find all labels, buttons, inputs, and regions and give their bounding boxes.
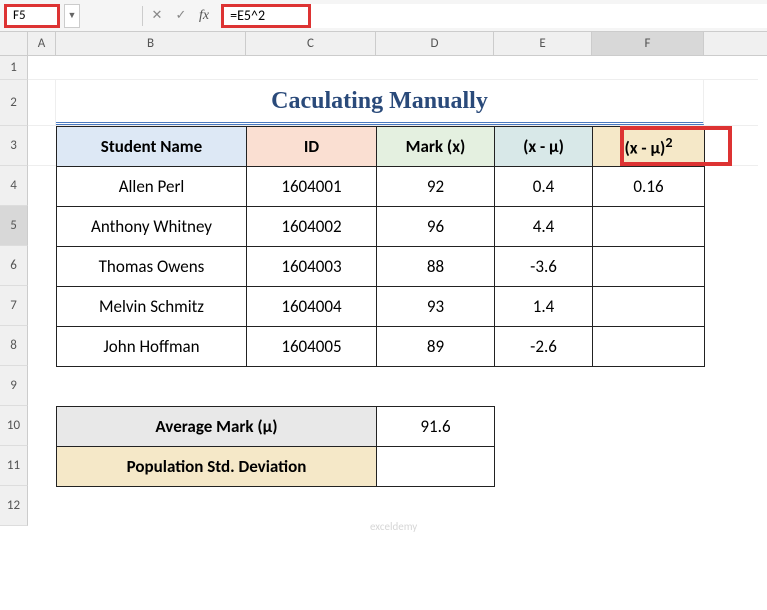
row-header-3[interactable]: 3 — [0, 126, 28, 166]
col-header-F[interactable]: F — [592, 32, 704, 55]
cancel-icon[interactable]: ✕ — [145, 4, 169, 28]
std-label: Population Std. Deviation — [57, 447, 377, 487]
cell-id[interactable]: 1604005 — [247, 327, 377, 367]
col-header-B[interactable]: B — [56, 32, 246, 55]
cell-name[interactable]: Allen Perl — [57, 167, 247, 207]
cell-id[interactable]: 1604001 — [247, 167, 377, 207]
cell-mark[interactable]: 88 — [377, 247, 495, 287]
cell-mark[interactable]: 96 — [377, 207, 495, 247]
summary-table: Average Mark (μ) 91.6 Population Std. De… — [56, 406, 495, 487]
avg-label: Average Mark (μ) — [57, 407, 377, 447]
cell-name[interactable]: John Hoffman — [57, 327, 247, 367]
row-header-10[interactable]: 10 — [0, 406, 28, 446]
row-header-11[interactable]: 11 — [0, 446, 28, 486]
cell-name[interactable]: Anthony Whitney — [57, 207, 247, 247]
std-value[interactable] — [377, 447, 495, 487]
name-box[interactable]: F5 — [4, 4, 60, 28]
cell-id[interactable]: 1604002 — [247, 207, 377, 247]
row-headers: 1 2 3 4 5 6 7 8 9 10 11 12 — [0, 56, 28, 526]
header-sq: (x - μ)2 — [593, 127, 705, 167]
cell-sq[interactable]: 0.16 — [593, 167, 705, 207]
summary-row-avg[interactable]: Average Mark (μ) 91.6 — [57, 407, 495, 447]
cell-mark[interactable]: 92 — [377, 167, 495, 207]
cell-sq[interactable] — [593, 207, 705, 247]
watermark: exceldemy — [370, 520, 417, 533]
cell-diff[interactable]: 1.4 — [495, 287, 593, 327]
table-row[interactable]: Allen Perl 1604001 92 0.4 0.16 — [57, 167, 705, 207]
row-header-8[interactable]: 8 — [0, 326, 28, 366]
sheet-title: Caculating Manually — [56, 80, 704, 125]
column-headers: A B C D E F — [0, 32, 767, 56]
summary-row-std[interactable]: Population Std. Deviation — [57, 447, 495, 487]
table-row[interactable]: Melvin Schmitz 1604004 93 1.4 — [57, 287, 705, 327]
row-header-5[interactable]: 5 — [0, 206, 28, 246]
row-header-2[interactable]: 2 — [0, 80, 28, 126]
table-header-row: Student Name ID Mark (x) (x - μ) (x - μ)… — [57, 127, 705, 167]
select-all-corner[interactable] — [0, 32, 28, 55]
row-header-4[interactable]: 4 — [0, 166, 28, 206]
row-header-9[interactable]: 9 — [0, 366, 28, 406]
table-row[interactable]: Anthony Whitney 1604002 96 4.4 — [57, 207, 705, 247]
formula-bar: F5 ▼ ✕ ✓ fx =E5^2 — [0, 0, 767, 32]
cell-sq[interactable] — [593, 327, 705, 367]
avg-value[interactable]: 91.6 — [377, 407, 495, 447]
col-header-A[interactable]: A — [28, 32, 56, 55]
cell-diff[interactable]: -3.6 — [495, 247, 593, 287]
formula-input[interactable]: =E5^2 — [221, 4, 311, 28]
cell-diff[interactable]: 4.4 — [495, 207, 593, 247]
cell-sq[interactable] — [593, 287, 705, 327]
header-student-name: Student Name — [57, 127, 247, 167]
data-table: Student Name ID Mark (x) (x - μ) (x - μ)… — [56, 126, 705, 367]
cell-mark[interactable]: 93 — [377, 287, 495, 327]
cell-diff[interactable]: 0.4 — [495, 167, 593, 207]
cell-name[interactable]: Thomas Owens — [57, 247, 247, 287]
cell-id[interactable]: 1604003 — [247, 247, 377, 287]
col-header-D[interactable]: D — [376, 32, 494, 55]
col-header-C[interactable]: C — [246, 32, 376, 55]
header-id: ID — [247, 127, 377, 167]
row-header-6[interactable]: 6 — [0, 246, 28, 286]
header-mark: Mark (x) — [377, 127, 495, 167]
enter-icon[interactable]: ✓ — [169, 4, 193, 28]
fx-icon[interactable]: fx — [199, 8, 209, 24]
header-diff: (x - μ) — [495, 127, 593, 167]
cell-name[interactable]: Melvin Schmitz — [57, 287, 247, 327]
cell-diff[interactable]: -2.6 — [495, 327, 593, 367]
cell-mark[interactable]: 89 — [377, 327, 495, 367]
table-row[interactable]: John Hoffman 1604005 89 -2.6 — [57, 327, 705, 367]
row-header-1[interactable]: 1 — [0, 56, 28, 80]
name-box-dropdown[interactable]: ▼ — [64, 4, 80, 28]
table-row[interactable]: Thomas Owens 1604003 88 -3.6 — [57, 247, 705, 287]
row-header-12[interactable]: 12 — [0, 486, 28, 526]
col-header-E[interactable]: E — [494, 32, 592, 55]
row-header-7[interactable]: 7 — [0, 286, 28, 326]
cell-sq[interactable] — [593, 247, 705, 287]
cell-id[interactable]: 1604004 — [247, 287, 377, 327]
